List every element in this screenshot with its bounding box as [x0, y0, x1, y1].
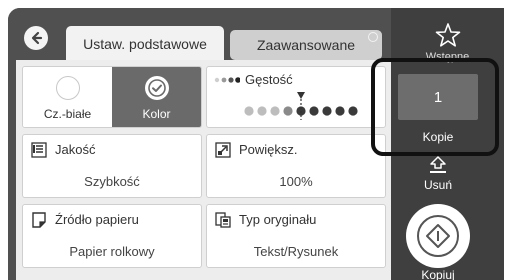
tab-basic-label: Ustaw. podstawowe [83, 36, 207, 52]
original-type-value: Tekst/Rysunek [253, 244, 339, 259]
favorites-button[interactable] [391, 22, 504, 53]
density-step-dot [335, 106, 345, 116]
right-panel: Wstępne 1 Kopie Usuń Kopiuj [391, 8, 504, 280]
paper-source-label: Źródło papieru [55, 212, 139, 227]
density-setting[interactable]: Gęstość [206, 66, 386, 128]
copies-value: 1 [433, 88, 443, 106]
paper-source-setting[interactable]: Źródło papieru Papier rolkowy [22, 204, 202, 268]
mono-option[interactable]: Cz.-białe [23, 67, 112, 127]
indicator-dot-icon [368, 32, 378, 42]
zoom-setting[interactable]: Powiększ. 100% [206, 134, 386, 198]
original-type-icon [215, 212, 231, 228]
copies-input[interactable]: 1 [398, 74, 478, 120]
tab-basic-settings[interactable]: Ustaw. podstawowe [66, 26, 224, 62]
original-type-label: Typ oryginału [239, 212, 317, 227]
clear-icon[interactable] [425, 156, 451, 176]
color-option[interactable]: Kolor [112, 67, 201, 127]
density-label: Gęstość [245, 72, 293, 87]
density-step-dot [283, 106, 293, 116]
density-step-dot [309, 106, 319, 116]
zoom-label: Powiększ. [239, 142, 298, 157]
original-type-setting[interactable]: Typ oryginału Tekst/Rysunek [206, 204, 386, 268]
copies-label: Kopie [422, 130, 454, 144]
paper-source-icon [32, 212, 46, 228]
main-area: Ustaw. podstawowe Zaawansowane Cz.-białe [8, 8, 391, 280]
copy-label: Kopiuj [421, 268, 455, 280]
color-mode-selector: Cz.-białe Kolor [22, 66, 202, 128]
density-dots-icon [214, 77, 240, 83]
density-step-dot [322, 106, 332, 116]
back-button[interactable] [24, 26, 48, 50]
density-step-dot [257, 106, 267, 116]
quality-icon [31, 142, 47, 158]
paper-source-value: Papier rolkowy [69, 244, 155, 259]
copy-start-button[interactable] [406, 204, 470, 268]
density-scale [244, 92, 358, 120]
quality-setting[interactable]: Jakość Szybkość [22, 134, 202, 198]
settings-panel: Cz.-białe Kolor Gęstość Jakość Szybkość … [16, 60, 391, 280]
mono-label: Cz.-białe [43, 107, 92, 121]
zoom-value: 100% [279, 174, 313, 189]
quality-label: Jakość [55, 142, 96, 157]
density-step-dot [244, 106, 254, 116]
density-marker-icon [297, 92, 305, 99]
zoom-icon [215, 142, 231, 158]
density-step-dot [348, 106, 358, 116]
printer-screen: Ustaw. podstawowe Zaawansowane Cz.-białe [8, 8, 504, 280]
star-icon [435, 23, 460, 47]
start-diamond-icon [417, 215, 459, 257]
clear-label: Usuń [423, 178, 452, 192]
radio-unselected-icon [56, 76, 80, 100]
tab-advanced-label: Zaawansowane [256, 37, 356, 53]
favorites-label: Wstępne [425, 51, 470, 63]
color-label: Kolor [142, 107, 171, 121]
checkmark-icon [145, 76, 169, 100]
quality-value: Szybkość [84, 174, 140, 189]
tab-advanced[interactable]: Zaawansowane [230, 30, 382, 60]
density-step-dot [270, 106, 280, 116]
back-arrow-icon [31, 31, 43, 45]
